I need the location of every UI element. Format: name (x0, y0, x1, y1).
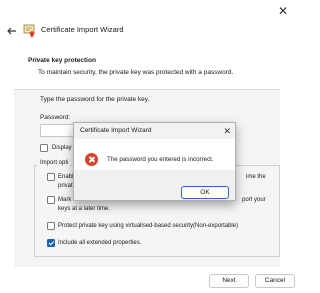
enable-strong-protection-label-right: ime the (246, 174, 266, 180)
error-dialog: Certificate Import Wizard ✕ The password… (73, 122, 236, 201)
include-extended-properties-checkbox[interactable] (47, 239, 55, 247)
dialog-body (74, 139, 235, 170)
password-label: Password: (40, 114, 71, 121)
enable-strong-protection-label-line2: privat (58, 183, 73, 189)
ok-button[interactable]: OK (181, 186, 229, 199)
enable-strong-protection-checkbox[interactable] (47, 173, 55, 181)
protect-vbs-label: Protect private key using virtualised-ba… (58, 223, 239, 229)
dialog-close-button[interactable]: ✕ (223, 125, 231, 137)
mark-key-exportable-checkbox[interactable] (47, 196, 55, 204)
protect-vbs-checkbox[interactable] (47, 222, 55, 230)
page-description: To maintain security, the private key wa… (38, 69, 234, 76)
display-password-checkbox[interactable] (40, 144, 48, 152)
error-icon (85, 153, 98, 166)
window-title: Certificate Import Wizard (41, 25, 124, 34)
back-arrow-icon[interactable] (6, 25, 18, 37)
mark-key-exportable-label: Mark (58, 197, 72, 203)
dialog-message: The password you entered is incorrect. (107, 156, 214, 163)
password-prompt: Type the password for the private key. (40, 96, 150, 103)
mark-key-exportable-label-right: port your (242, 197, 266, 203)
window-close-button[interactable]: ✕ (272, 2, 294, 20)
next-button[interactable]: Next (209, 274, 249, 288)
display-password-label: Display (52, 145, 72, 151)
mark-key-exportable-label-line2: keys at a later time. (58, 206, 111, 212)
import-options-label: Import opti (38, 160, 71, 166)
cancel-button[interactable]: Cancel (255, 274, 295, 288)
include-extended-properties-label: Include all extended properties. (58, 240, 142, 246)
certificate-icon (23, 24, 35, 38)
page-title: Private key protection (28, 57, 96, 64)
dialog-title: Certificate Import Wizard (80, 127, 152, 134)
